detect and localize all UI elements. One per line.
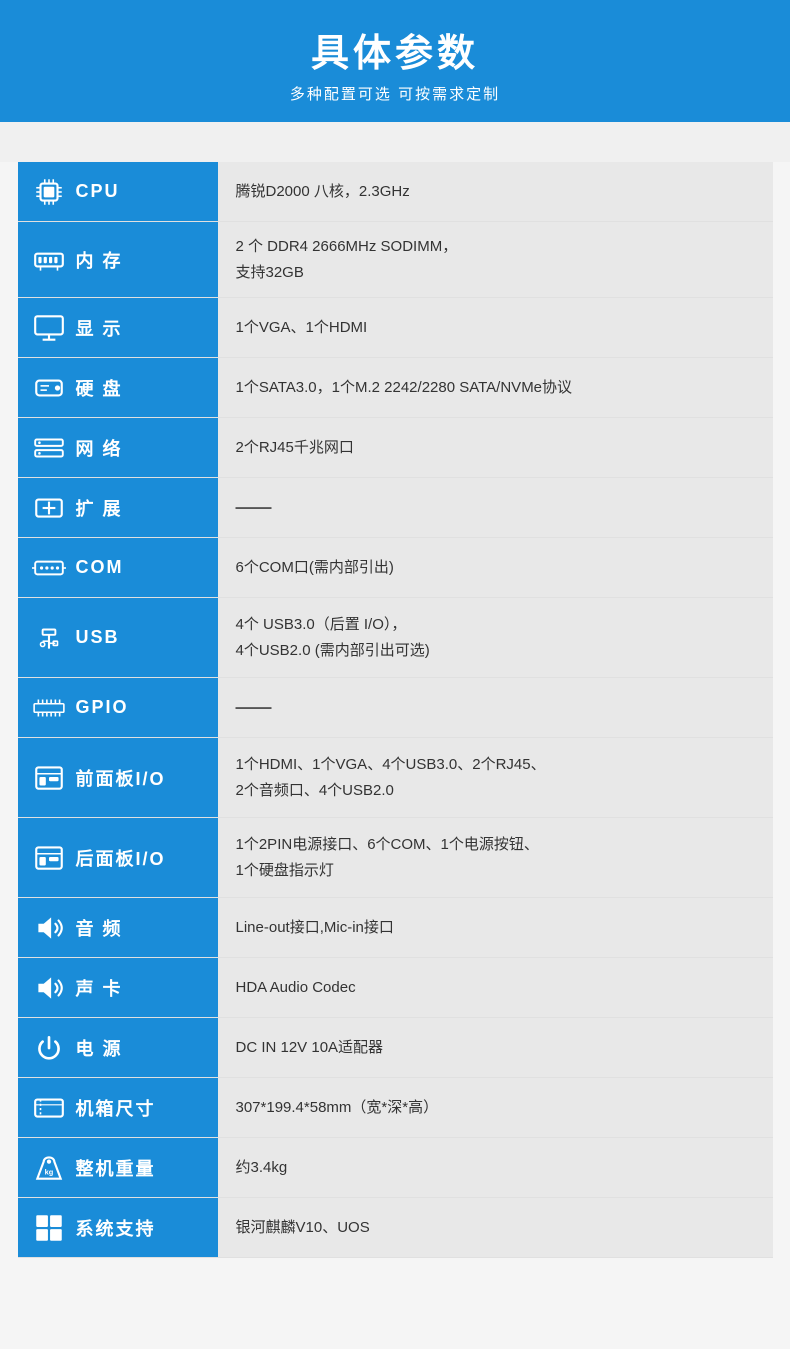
row-hdd: 硬 盘 1个SATA3.0，1个M.2 2242/2280 SATA/NVMe协…	[18, 358, 773, 418]
chassis-icon	[30, 1089, 68, 1127]
rear-io-icon	[30, 839, 68, 877]
label-display: 显 示	[18, 298, 218, 357]
audio-value: Line-out接口,Mic-in接口	[218, 898, 773, 957]
page-subtitle: 多种配置可选 可按需求定制	[0, 83, 790, 104]
row-cpu: CPU 腾锐D2000 八核，2.3GHz	[18, 162, 773, 222]
row-front-io: 前面板I/O 1个HDMI、1个VGA、4个USB3.0、2个RJ45、2个音频…	[18, 738, 773, 818]
cpu-icon	[30, 173, 68, 211]
row-usb: USB 4个 USB3.0（后置 I/O），4个USB2.0 (需内部引出可选)	[18, 598, 773, 678]
label-gpio: GPIO	[18, 678, 218, 737]
network-icon	[30, 429, 68, 467]
power-icon	[30, 1029, 68, 1067]
label-os: 系统支持	[18, 1198, 218, 1257]
label-expand: 扩 展	[18, 478, 218, 537]
weight-value: 约3.4kg	[218, 1138, 773, 1197]
row-com: COM 6个COM口(需内部引出)	[18, 538, 773, 598]
os-value: 银河麒麟V10、UOS	[218, 1198, 773, 1257]
label-front-io: 前面板I/O	[18, 738, 218, 817]
spacer	[0, 122, 790, 162]
front-io-value: 1个HDMI、1个VGA、4个USB3.0、2个RJ45、2个音频口、4个USB…	[218, 738, 773, 817]
audio-icon	[30, 909, 68, 947]
label-com: COM	[18, 538, 218, 597]
row-memory: 内 存 2 个 DDR4 2666MHz SODIMM，支持32GB	[18, 222, 773, 298]
row-display: 显 示 1个VGA、1个HDMI	[18, 298, 773, 358]
label-chassis: 机箱尺寸	[18, 1078, 218, 1137]
label-weight: 整机重量	[18, 1138, 218, 1197]
ram-icon	[30, 241, 68, 279]
display-value: 1个VGA、1个HDMI	[218, 298, 773, 357]
display-label-text: 显 示	[76, 315, 123, 341]
usb-icon	[30, 619, 68, 657]
com-value: 6个COM口(需内部引出)	[218, 538, 773, 597]
hdd-label-text: 硬 盘	[76, 375, 123, 401]
row-gpio: GPIO ——	[18, 678, 773, 738]
label-network: 网 络	[18, 418, 218, 477]
label-rear-io: 后面板I/O	[18, 818, 218, 897]
label-soundcard: 声 卡	[18, 958, 218, 1017]
memory-label-text: 内 存	[76, 247, 123, 273]
chassis-label-text: 机箱尺寸	[76, 1095, 156, 1121]
label-memory: 内 存	[18, 222, 218, 297]
os-icon	[30, 1209, 68, 1247]
row-expand: 扩 展 ——	[18, 478, 773, 538]
gpio-value: ——	[218, 678, 773, 737]
soundcard-label-text: 声 卡	[76, 975, 123, 1001]
spec-table: CPU 腾锐D2000 八核，2.3GHz 内 存 2 个 DDR4 2666M…	[18, 162, 773, 1258]
usb-value: 4个 USB3.0（后置 I/O），4个USB2.0 (需内部引出可选)	[218, 598, 773, 677]
soundcard-value: HDA Audio Codec	[218, 958, 773, 1017]
gpio-icon	[30, 689, 68, 727]
label-usb: USB	[18, 598, 218, 677]
network-label-text: 网 络	[76, 435, 123, 461]
row-os: 系统支持 银河麒麟V10、UOS	[18, 1198, 773, 1258]
label-cpu: CPU	[18, 162, 218, 221]
rear-io-value: 1个2PIN电源接口、6个COM、1个电源按钮、1个硬盘指示灯	[218, 818, 773, 897]
cpu-label-text: CPU	[76, 181, 120, 202]
com-icon	[30, 549, 68, 587]
row-power: 电 源 DC IN 12V 10A适配器	[18, 1018, 773, 1078]
row-rear-io: 后面板I/O 1个2PIN电源接口、6个COM、1个电源按钮、1个硬盘指示灯	[18, 818, 773, 898]
audio-label-text: 音 频	[76, 915, 123, 941]
power-value: DC IN 12V 10A适配器	[218, 1018, 773, 1077]
hdd-value: 1个SATA3.0，1个M.2 2242/2280 SATA/NVMe协议	[218, 358, 773, 417]
label-power: 电 源	[18, 1018, 218, 1077]
power-label-text: 电 源	[76, 1035, 123, 1061]
weight-icon	[30, 1149, 68, 1187]
weight-label-text: 整机重量	[76, 1155, 156, 1181]
row-network: 网 络 2个RJ45千兆网口	[18, 418, 773, 478]
expand-icon	[30, 489, 68, 527]
hdd-icon	[30, 369, 68, 407]
page-title: 具体参数	[0, 22, 790, 77]
gpio-label-text: GPIO	[76, 697, 129, 718]
label-audio: 音 频	[18, 898, 218, 957]
os-label-text: 系统支持	[76, 1215, 156, 1241]
soundcard-icon	[30, 969, 68, 1007]
label-hdd: 硬 盘	[18, 358, 218, 417]
page-wrapper: 具体参数 多种配置可选 可按需求定制 CPU 腾锐D2000 八核，2.3GHz	[0, 0, 790, 1258]
network-value: 2个RJ45千兆网口	[218, 418, 773, 477]
row-soundcard: 声 卡 HDA Audio Codec	[18, 958, 773, 1018]
display-icon	[30, 309, 68, 347]
header: 具体参数 多种配置可选 可按需求定制	[0, 0, 790, 122]
row-audio: 音 频 Line-out接口,Mic-in接口	[18, 898, 773, 958]
row-chassis: 机箱尺寸 307*199.4*58mm（宽*深*高）	[18, 1078, 773, 1138]
row-weight: 整机重量 约3.4kg	[18, 1138, 773, 1198]
com-label-text: COM	[76, 557, 124, 578]
expand-label-text: 扩 展	[76, 495, 123, 521]
chassis-value: 307*199.4*58mm（宽*深*高）	[218, 1078, 773, 1137]
cpu-value: 腾锐D2000 八核，2.3GHz	[218, 162, 773, 221]
usb-label-text: USB	[76, 627, 120, 648]
expand-value: ——	[218, 478, 773, 537]
rear-io-label-text: 后面板I/O	[76, 845, 166, 871]
front-io-icon	[30, 759, 68, 797]
front-io-label-text: 前面板I/O	[76, 765, 166, 791]
memory-value: 2 个 DDR4 2666MHz SODIMM，支持32GB	[218, 222, 773, 297]
